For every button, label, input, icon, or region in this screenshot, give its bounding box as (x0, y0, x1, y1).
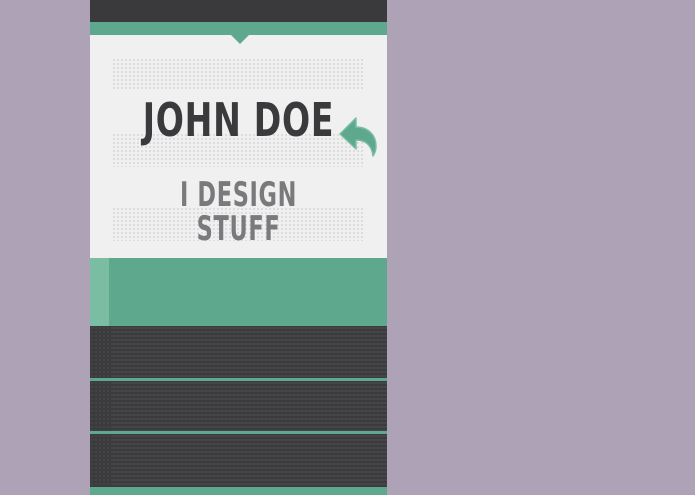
profile-card: JOHN DOE I DESIGN STUFF (90, 35, 387, 258)
green-header-block (90, 258, 387, 326)
menu-item[interactable] (90, 381, 387, 433)
green-block-edge (90, 258, 109, 326)
reply-arrow-icon[interactable] (338, 114, 380, 158)
menu-item-texture (112, 381, 387, 433)
profile-name: JOHN DOE (142, 93, 335, 147)
menu-item[interactable] (90, 326, 387, 378)
dotted-band-top (112, 58, 365, 90)
menu-item[interactable] (90, 434, 387, 486)
menu-item-texture (112, 434, 387, 486)
accent-strip (90, 22, 387, 35)
card-pointer (231, 35, 249, 44)
bottom-accent-strip (90, 487, 387, 495)
profile-tagline: I DESIGN STUFF (179, 175, 298, 249)
top-bar (90, 0, 387, 22)
menu-item-texture (112, 326, 387, 378)
profile-panel: JOHN DOE I DESIGN STUFF (90, 0, 387, 495)
